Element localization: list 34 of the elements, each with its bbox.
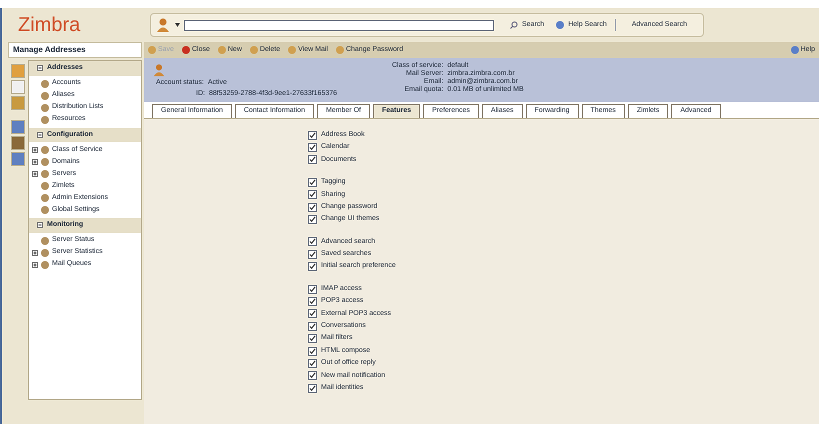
- person-icon: [152, 62, 166, 78]
- checkbox[interactable]: [308, 346, 317, 356]
- checkbox[interactable]: [308, 334, 317, 344]
- search-icon: [510, 21, 518, 29]
- checkbox[interactable]: [308, 237, 317, 246]
- collapse-icon[interactable]: [37, 222, 43, 228]
- collapse-icon[interactable]: [37, 65, 43, 72]
- logo: Zimbra: [17, 13, 82, 38]
- panel-title: Manage Addresses: [8, 42, 142, 58]
- checkbox[interactable]: [308, 309, 317, 318]
- checkbox[interactable]: [308, 322, 317, 331]
- checkbox[interactable]: [308, 384, 317, 393]
- checkbox[interactable]: [308, 202, 317, 212]
- checkbox[interactable]: [308, 371, 317, 380]
- checkbox[interactable]: [308, 143, 317, 152]
- checkbox[interactable]: [308, 190, 317, 200]
- checkbox[interactable]: [308, 284, 317, 294]
- checkbox[interactable]: [308, 155, 317, 164]
- checkbox[interactable]: [308, 296, 317, 306]
- expand-icon[interactable]: [32, 159, 38, 165]
- expand-icon[interactable]: [32, 250, 38, 256]
- checkbox[interactable]: [308, 262, 317, 272]
- search-field[interactable]: [184, 20, 494, 30]
- person-icon: [155, 17, 171, 33]
- checkbox[interactable]: [308, 130, 317, 140]
- expand-icon[interactable]: [32, 262, 38, 268]
- expand-icon[interactable]: [32, 171, 38, 177]
- checkbox[interactable]: [308, 215, 317, 224]
- expand-icon[interactable]: [32, 147, 38, 153]
- caret-icon[interactable]: [175, 23, 180, 27]
- checkbox[interactable]: [308, 358, 317, 368]
- checkbox[interactable]: [308, 178, 317, 187]
- checkbox[interactable]: [308, 250, 317, 259]
- collapse-icon[interactable]: [37, 132, 43, 138]
